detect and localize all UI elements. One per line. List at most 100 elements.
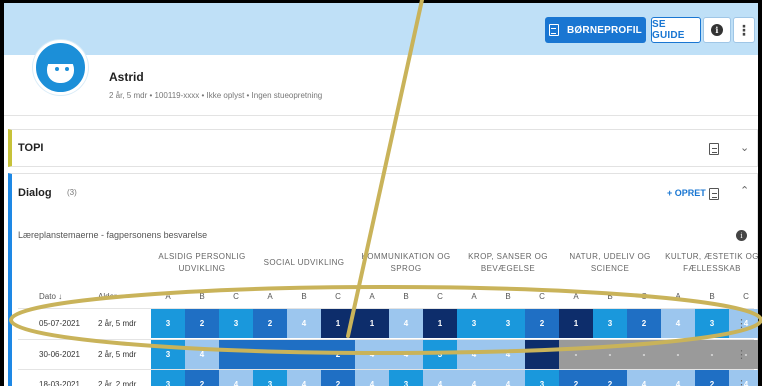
avatar-hair	[45, 52, 76, 64]
score-cell[interactable]: -	[661, 340, 695, 369]
table-info-icon[interactable]: i	[736, 230, 747, 241]
score-cell[interactable]: 4	[355, 340, 389, 369]
topi-document-icon[interactable]	[709, 143, 719, 155]
score-cell[interactable]: 3	[151, 309, 185, 338]
score-cell[interactable]: -	[559, 340, 593, 369]
child-avatar	[33, 40, 88, 95]
child-profile-label: BØRNEPROFIL	[567, 24, 642, 36]
score-cell[interactable]	[219, 340, 253, 369]
score-cell[interactable]: 2	[185, 309, 219, 338]
sub-column-b: B	[505, 292, 511, 301]
dialog-title: Dialog	[18, 187, 52, 199]
sub-column-c: C	[641, 292, 647, 301]
score-cell[interactable]: 4	[661, 370, 695, 386]
score-cell[interactable]: 2	[253, 309, 287, 338]
score-cell[interactable]: 3	[151, 370, 185, 386]
theme-header-5: NATUR, UDELIV OG SCIENCE	[569, 252, 651, 273]
sub-column-a: A	[675, 292, 681, 301]
column-date-sort[interactable]: Dato ↓	[39, 292, 62, 301]
dialog-section: Dialog (3) + OPRET ⌃ Læreplanstemaerne -…	[8, 173, 758, 386]
score-cell[interactable]: 4	[627, 370, 661, 386]
row-more-options-icon[interactable]: ⋮	[736, 317, 747, 330]
info-button[interactable]: i	[703, 17, 731, 43]
sub-column-c: C	[335, 292, 341, 301]
score-cell[interactable]: 4	[457, 340, 491, 369]
score-cell[interactable]: 1	[423, 309, 457, 338]
sub-column-b: B	[403, 292, 409, 301]
score-cell[interactable]: 2	[321, 370, 355, 386]
score-cell[interactable]: 2	[185, 370, 219, 386]
score-cell[interactable]: 3	[151, 340, 185, 369]
score-cell[interactable]: 4	[491, 340, 525, 369]
score-cell[interactable]: 3	[695, 309, 729, 338]
sub-column-c: C	[233, 292, 239, 301]
dialog-document-icon[interactable]	[709, 188, 719, 200]
score-cell[interactable]: 1	[559, 309, 593, 338]
score-cell[interactable]: 4	[355, 370, 389, 386]
row-age: 2 år, 5 mdr	[98, 350, 137, 359]
app-frame: BØRNEPROFIL SE GUIDE i ⋮ Astrid 2 år, 5 …	[4, 3, 758, 386]
score-cell[interactable]: 4	[287, 370, 321, 386]
score-cell[interactable]: 3	[253, 370, 287, 386]
score-cell[interactable]	[287, 340, 321, 369]
dialog-collapse-chevron-icon[interactable]: ⌃	[740, 184, 749, 197]
see-guide-label: SE GUIDE	[652, 19, 685, 41]
score-cell[interactable]: 2	[321, 340, 355, 369]
row-more-options-icon[interactable]: ⋮	[736, 378, 747, 386]
score-cell[interactable]: 2	[559, 370, 593, 386]
score-cell[interactable]: 3	[593, 309, 627, 338]
score-cell[interactable]	[253, 340, 287, 369]
score-cell[interactable]: 4	[389, 309, 423, 338]
row-date: 30-06-2021	[39, 350, 80, 359]
sub-column-b: B	[709, 292, 715, 301]
topi-expand-chevron-icon[interactable]: ⌄	[740, 141, 749, 154]
more-options-button[interactable]: ⋮	[733, 17, 755, 43]
score-cell[interactable]: 3	[525, 370, 559, 386]
row-more-options-icon[interactable]: ⋮	[736, 348, 747, 361]
score-cell[interactable]: -	[627, 340, 661, 369]
score-cell[interactable]: 3	[389, 370, 423, 386]
score-cell[interactable]: 4	[185, 340, 219, 369]
avatar-eye-right	[65, 67, 69, 71]
child-header: BØRNEPROFIL SE GUIDE i ⋮ Astrid 2 år, 5 …	[4, 3, 758, 116]
score-cell[interactable]: 2	[627, 309, 661, 338]
score-cell[interactable]: -	[695, 340, 729, 369]
info-icon: i	[711, 24, 723, 36]
score-cell[interactable]: 4	[219, 370, 253, 386]
more-vert-icon: ⋮	[736, 21, 752, 38]
score-cell[interactable]: 3	[491, 309, 525, 338]
score-cell[interactable]: 1	[355, 309, 389, 338]
sub-column-a: A	[573, 292, 579, 301]
sub-column-a: A	[369, 292, 375, 301]
score-cell[interactable]: 2	[593, 370, 627, 386]
theme-header-4: KROP, SANSER OG BEVÆGELSE	[468, 252, 548, 273]
score-cell[interactable]: 3	[423, 340, 457, 369]
score-cell[interactable]: 3	[219, 309, 253, 338]
row-date: 05-07-2021	[39, 319, 80, 328]
score-cell[interactable]: 4	[491, 370, 525, 386]
score-cell[interactable]: 4	[389, 340, 423, 369]
score-cell[interactable]: -	[593, 340, 627, 369]
score-cell[interactable]: 4	[423, 370, 457, 386]
score-cell[interactable]: 4	[287, 309, 321, 338]
sub-column-a: A	[165, 292, 171, 301]
see-guide-button[interactable]: SE GUIDE	[651, 17, 701, 43]
theme-header-3: KOMMUNIKATION OG SPROG	[361, 252, 451, 273]
topi-section[interactable]: TOPI ⌄	[8, 129, 758, 167]
score-cell[interactable]	[525, 340, 559, 369]
sub-column-a: A	[267, 292, 273, 301]
score-cell[interactable]: 4	[661, 309, 695, 338]
theme-header-2: SOCIAL UDVIKLING	[263, 258, 345, 267]
score-cell[interactable]: 4	[457, 370, 491, 386]
child-profile-button[interactable]: BØRNEPROFIL	[545, 17, 646, 43]
score-cell[interactable]: 2	[695, 370, 729, 386]
score-cell[interactable]: 1	[321, 309, 355, 338]
table-subtitle: Læreplanstemaerne - fagpersonens besvare…	[18, 230, 208, 240]
sub-column-c: C	[437, 292, 443, 301]
row-age: 2 år, 5 mdr	[98, 319, 137, 328]
score-cell[interactable]: 2	[525, 309, 559, 338]
column-age: Alder	[98, 292, 117, 301]
row-age: 2 år, 2 mdr	[98, 380, 137, 386]
create-dialog-button[interactable]: + OPRET	[667, 188, 706, 198]
score-cell[interactable]: 3	[457, 309, 491, 338]
